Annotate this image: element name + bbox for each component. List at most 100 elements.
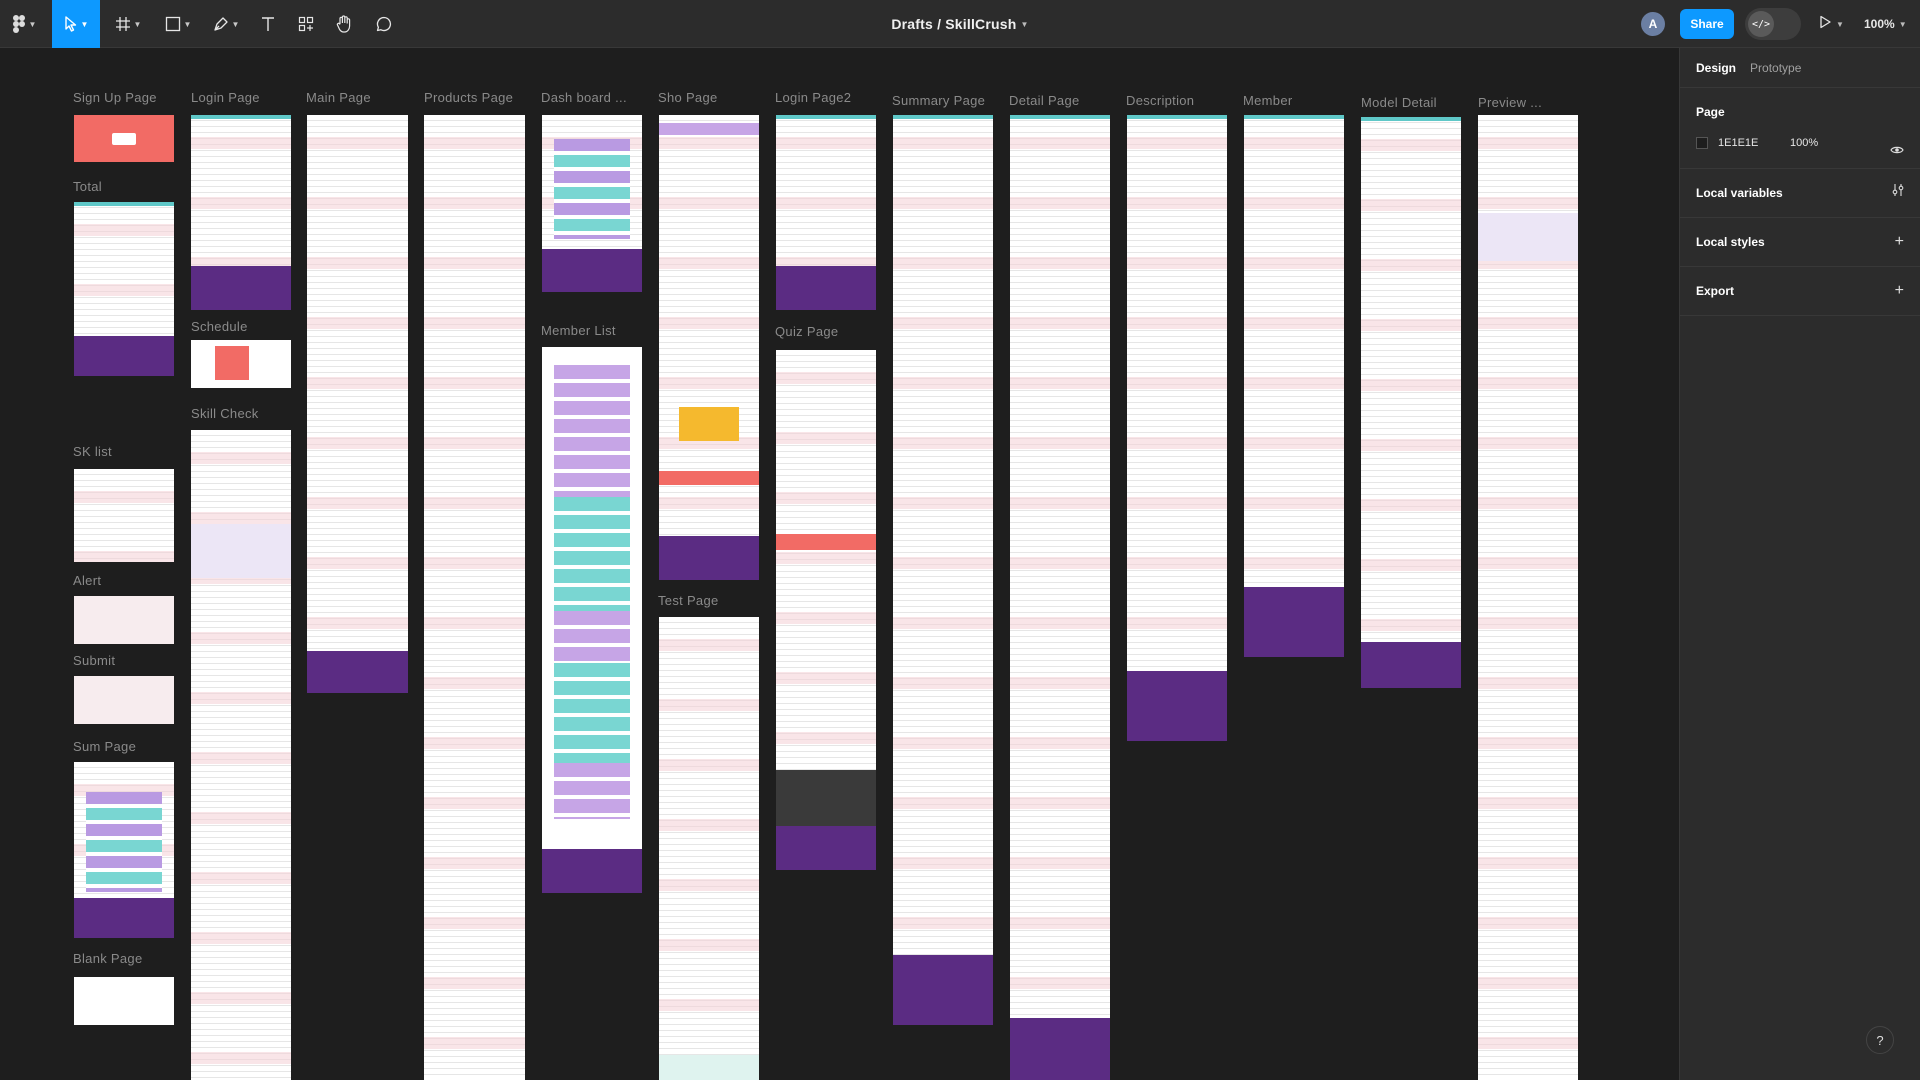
frame-cards [554,763,630,819]
main-menu-button[interactable]: ▼ [0,0,48,48]
frame-label-member[interactable]: Member [1243,93,1292,108]
frame-header [1010,115,1110,119]
frame-total[interactable] [74,202,174,376]
frame-cards [554,139,630,239]
frame-footer [74,336,174,376]
canvas[interactable]: Sign Up Page Total SK list Alert Submit … [0,49,1679,1080]
frame-label-main[interactable]: Main Page [306,90,371,105]
frame-footer [659,536,759,580]
chevron-down-icon: ▼ [231,19,240,29]
frame-label-quiz[interactable]: Quiz Page [775,324,838,339]
frame-label-sum-page[interactable]: Sum Page [73,739,136,754]
avatar[interactable]: A [1641,12,1665,36]
frame-quiz-page[interactable] [776,350,876,870]
local-styles-section[interactable]: Local styles + [1680,218,1920,267]
share-button[interactable]: Share [1680,9,1734,39]
tab-prototype[interactable]: Prototype [1750,61,1801,75]
export-section[interactable]: Export + [1680,267,1920,316]
frame-section [659,123,759,135]
frame-products-page[interactable] [424,115,525,1080]
frame-section [776,770,876,826]
frame-label-total[interactable]: Total [73,179,102,194]
frame-label-schedule[interactable]: Schedule [191,319,248,334]
shape-tool-button[interactable]: ▼ [158,0,198,48]
color-swatch[interactable] [1696,137,1708,149]
frame-dashboard[interactable] [542,115,642,292]
comment-tool-button[interactable] [368,0,400,48]
move-tool-button[interactable]: ▼ [52,0,100,48]
frame-label-login[interactable]: Login Page [191,90,260,105]
resources-tool-button[interactable] [290,0,322,48]
dev-mode-toggle[interactable]: </> [1745,8,1801,40]
frame-model-detail[interactable] [1361,117,1461,688]
plus-icon[interactable]: + [1895,232,1904,252]
frame-member-list[interactable] [542,347,642,893]
frame-detail-page[interactable] [1010,115,1110,1080]
background-opacity[interactable]: 100% [1790,137,1818,149]
eye-visibility-icon[interactable] [1890,144,1904,158]
local-variables-title[interactable]: Local variables [1696,169,1904,217]
frame-label-login2[interactable]: Login Page2 [775,90,851,105]
frame-label-description[interactable]: Description [1126,93,1194,108]
document-title[interactable]: Drafts / SkillCrush ▼ [760,0,1160,48]
frame-test-page[interactable] [659,617,759,1080]
components-icon [298,16,314,32]
hand-tool-button[interactable] [328,0,360,48]
frame-skill-check[interactable] [191,430,291,1080]
chevron-down-icon: ▼ [1836,19,1844,29]
tab-design[interactable]: Design [1696,61,1736,75]
zoom-menu[interactable]: 100% ▼ [1864,12,1907,36]
frame-label-alert[interactable]: Alert [73,573,101,588]
frame-member[interactable] [1244,115,1344,657]
frame-footer [776,266,876,310]
local-variables-section[interactable]: Local variables [1680,169,1920,218]
frame-label-member-list[interactable]: Member List [541,323,616,338]
variables-sliders-icon[interactable] [1892,183,1904,203]
frame-section [191,524,291,578]
frame-summary-page[interactable] [893,115,993,1025]
background-hex[interactable]: 1E1E1E [1718,137,1790,149]
frame-label-summary[interactable]: Summary Page [892,93,985,108]
frame-label-shop[interactable]: Sho Page [658,90,718,105]
chevron-down-icon: ▼ [1898,19,1907,29]
text-t-icon [261,16,275,32]
chevron-down-icon: ▼ [133,19,142,29]
page-background-row[interactable]: 1E1E1E 100% [1696,128,1904,158]
frame-footer [542,849,642,893]
frame-label-model-detail[interactable]: Model Detail [1361,95,1437,110]
frame-label-sign-up[interactable]: Sign Up Page [73,90,157,105]
frame-label-dashboard[interactable]: Dash board ... [541,90,627,105]
frame-shop-page[interactable] [659,115,759,580]
frame-label-test[interactable]: Test Page [658,593,719,608]
frame-login-page2[interactable] [776,115,876,310]
text-tool-button[interactable] [252,0,284,48]
help-button[interactable]: ? [1866,1026,1894,1054]
frame-alert[interactable] [74,596,174,644]
frame-sign-up-page[interactable] [74,115,174,162]
frame-blank-page[interactable] [74,977,174,1025]
frame-schedule[interactable] [191,340,291,388]
present-button[interactable]: ▼ [1818,12,1844,36]
frame-description[interactable] [1127,115,1227,741]
frame-sum-page[interactable] [74,762,174,938]
pen-tool-button[interactable]: ▼ [206,0,246,48]
frame-label-sk-list[interactable]: SK list [73,444,112,459]
local-styles-title[interactable]: Local styles [1696,218,1904,266]
hand-icon [336,15,352,33]
frame-label-submit[interactable]: Submit [73,653,115,668]
frame-label-preview[interactable]: Preview ... [1478,95,1542,110]
frame-submit[interactable] [74,676,174,724]
frame-label-skill-check[interactable]: Skill Check [191,406,259,421]
frame-main-page[interactable] [307,115,408,693]
frame-label-products[interactable]: Products Page [424,90,513,105]
frame-login-page[interactable] [191,115,291,310]
frame-preview[interactable] [1478,115,1578,1080]
frame-tool-button[interactable]: ▼ [108,0,148,48]
export-title[interactable]: Export [1696,267,1904,315]
frame-label-detail[interactable]: Detail Page [1009,93,1080,108]
plus-icon[interactable]: + [1895,281,1904,301]
frame-label-blank-page[interactable]: Blank Page [73,951,143,966]
chevron-down-icon: ▼ [1020,19,1029,29]
frame-sk-list[interactable] [74,469,174,562]
frame-footer [542,249,642,292]
